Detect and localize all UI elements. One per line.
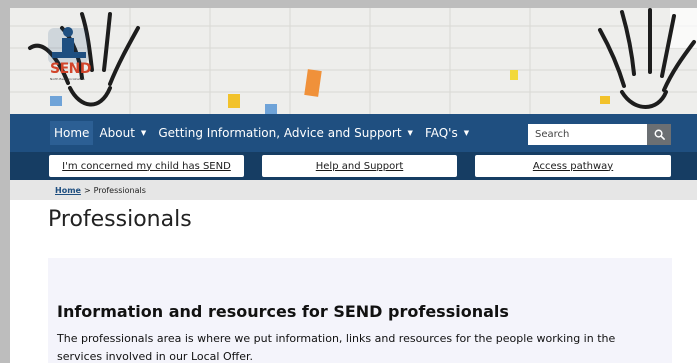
main-nav: Home About ▼ Getting Information, Advice… bbox=[10, 114, 697, 152]
send-logo-icon bbox=[48, 27, 88, 64]
help-and-support-link[interactable]: Help and Support bbox=[262, 155, 457, 177]
hero-illustration bbox=[10, 8, 697, 114]
breadcrumb-home-link[interactable]: Home bbox=[55, 186, 81, 195]
nav-item-label: Getting Information, Advice and Support bbox=[158, 126, 402, 140]
content-panel: Information and resources for SEND profe… bbox=[48, 258, 672, 363]
panel-heading: Information and resources for SEND profe… bbox=[57, 302, 509, 321]
caret-down-icon: ▼ bbox=[140, 129, 147, 137]
search-icon bbox=[654, 129, 665, 140]
logo-subtitle: North East Lincolnshire bbox=[50, 77, 85, 81]
breadcrumb-separator: > bbox=[83, 185, 91, 195]
nav-item-about[interactable]: About ▼ bbox=[99, 126, 146, 140]
nav-items: Home About ▼ Getting Information, Advice… bbox=[50, 114, 481, 152]
search-input[interactable] bbox=[528, 124, 647, 145]
breadcrumb: Home > Professionals bbox=[10, 180, 697, 200]
hero-banner: SEND North East Lincolnshire bbox=[10, 8, 697, 114]
breadcrumb-current: Professionals bbox=[93, 185, 146, 195]
concerned-child-link[interactable]: I'm concerned my child has SEND bbox=[49, 155, 244, 177]
search-button[interactable] bbox=[647, 124, 671, 145]
nav-item-faqs[interactable]: FAQ's ▼ bbox=[425, 126, 469, 140]
caret-down-icon: ▼ bbox=[407, 129, 413, 137]
page: SEND North East Lincolnshire Home About … bbox=[10, 8, 697, 363]
logo-text: SEND bbox=[50, 61, 91, 77]
nav-item-label: FAQ's bbox=[424, 126, 458, 140]
nav-item-label: About bbox=[99, 126, 135, 140]
panel-text: The professionals area is where we put i… bbox=[57, 332, 616, 363]
page-title: Professionals bbox=[48, 207, 192, 232]
nav-item-home[interactable]: Home bbox=[50, 121, 94, 145]
access-pathway-link[interactable]: Access pathway bbox=[475, 155, 671, 177]
caret-down-icon: ▼ bbox=[463, 129, 470, 137]
nav-item-getting-information[interactable]: Getting Information, Advice and Support … bbox=[158, 126, 413, 140]
nav-item-label: Home bbox=[54, 126, 90, 140]
quick-links-bar: I'm concerned my child has SEND Help and… bbox=[10, 152, 697, 180]
